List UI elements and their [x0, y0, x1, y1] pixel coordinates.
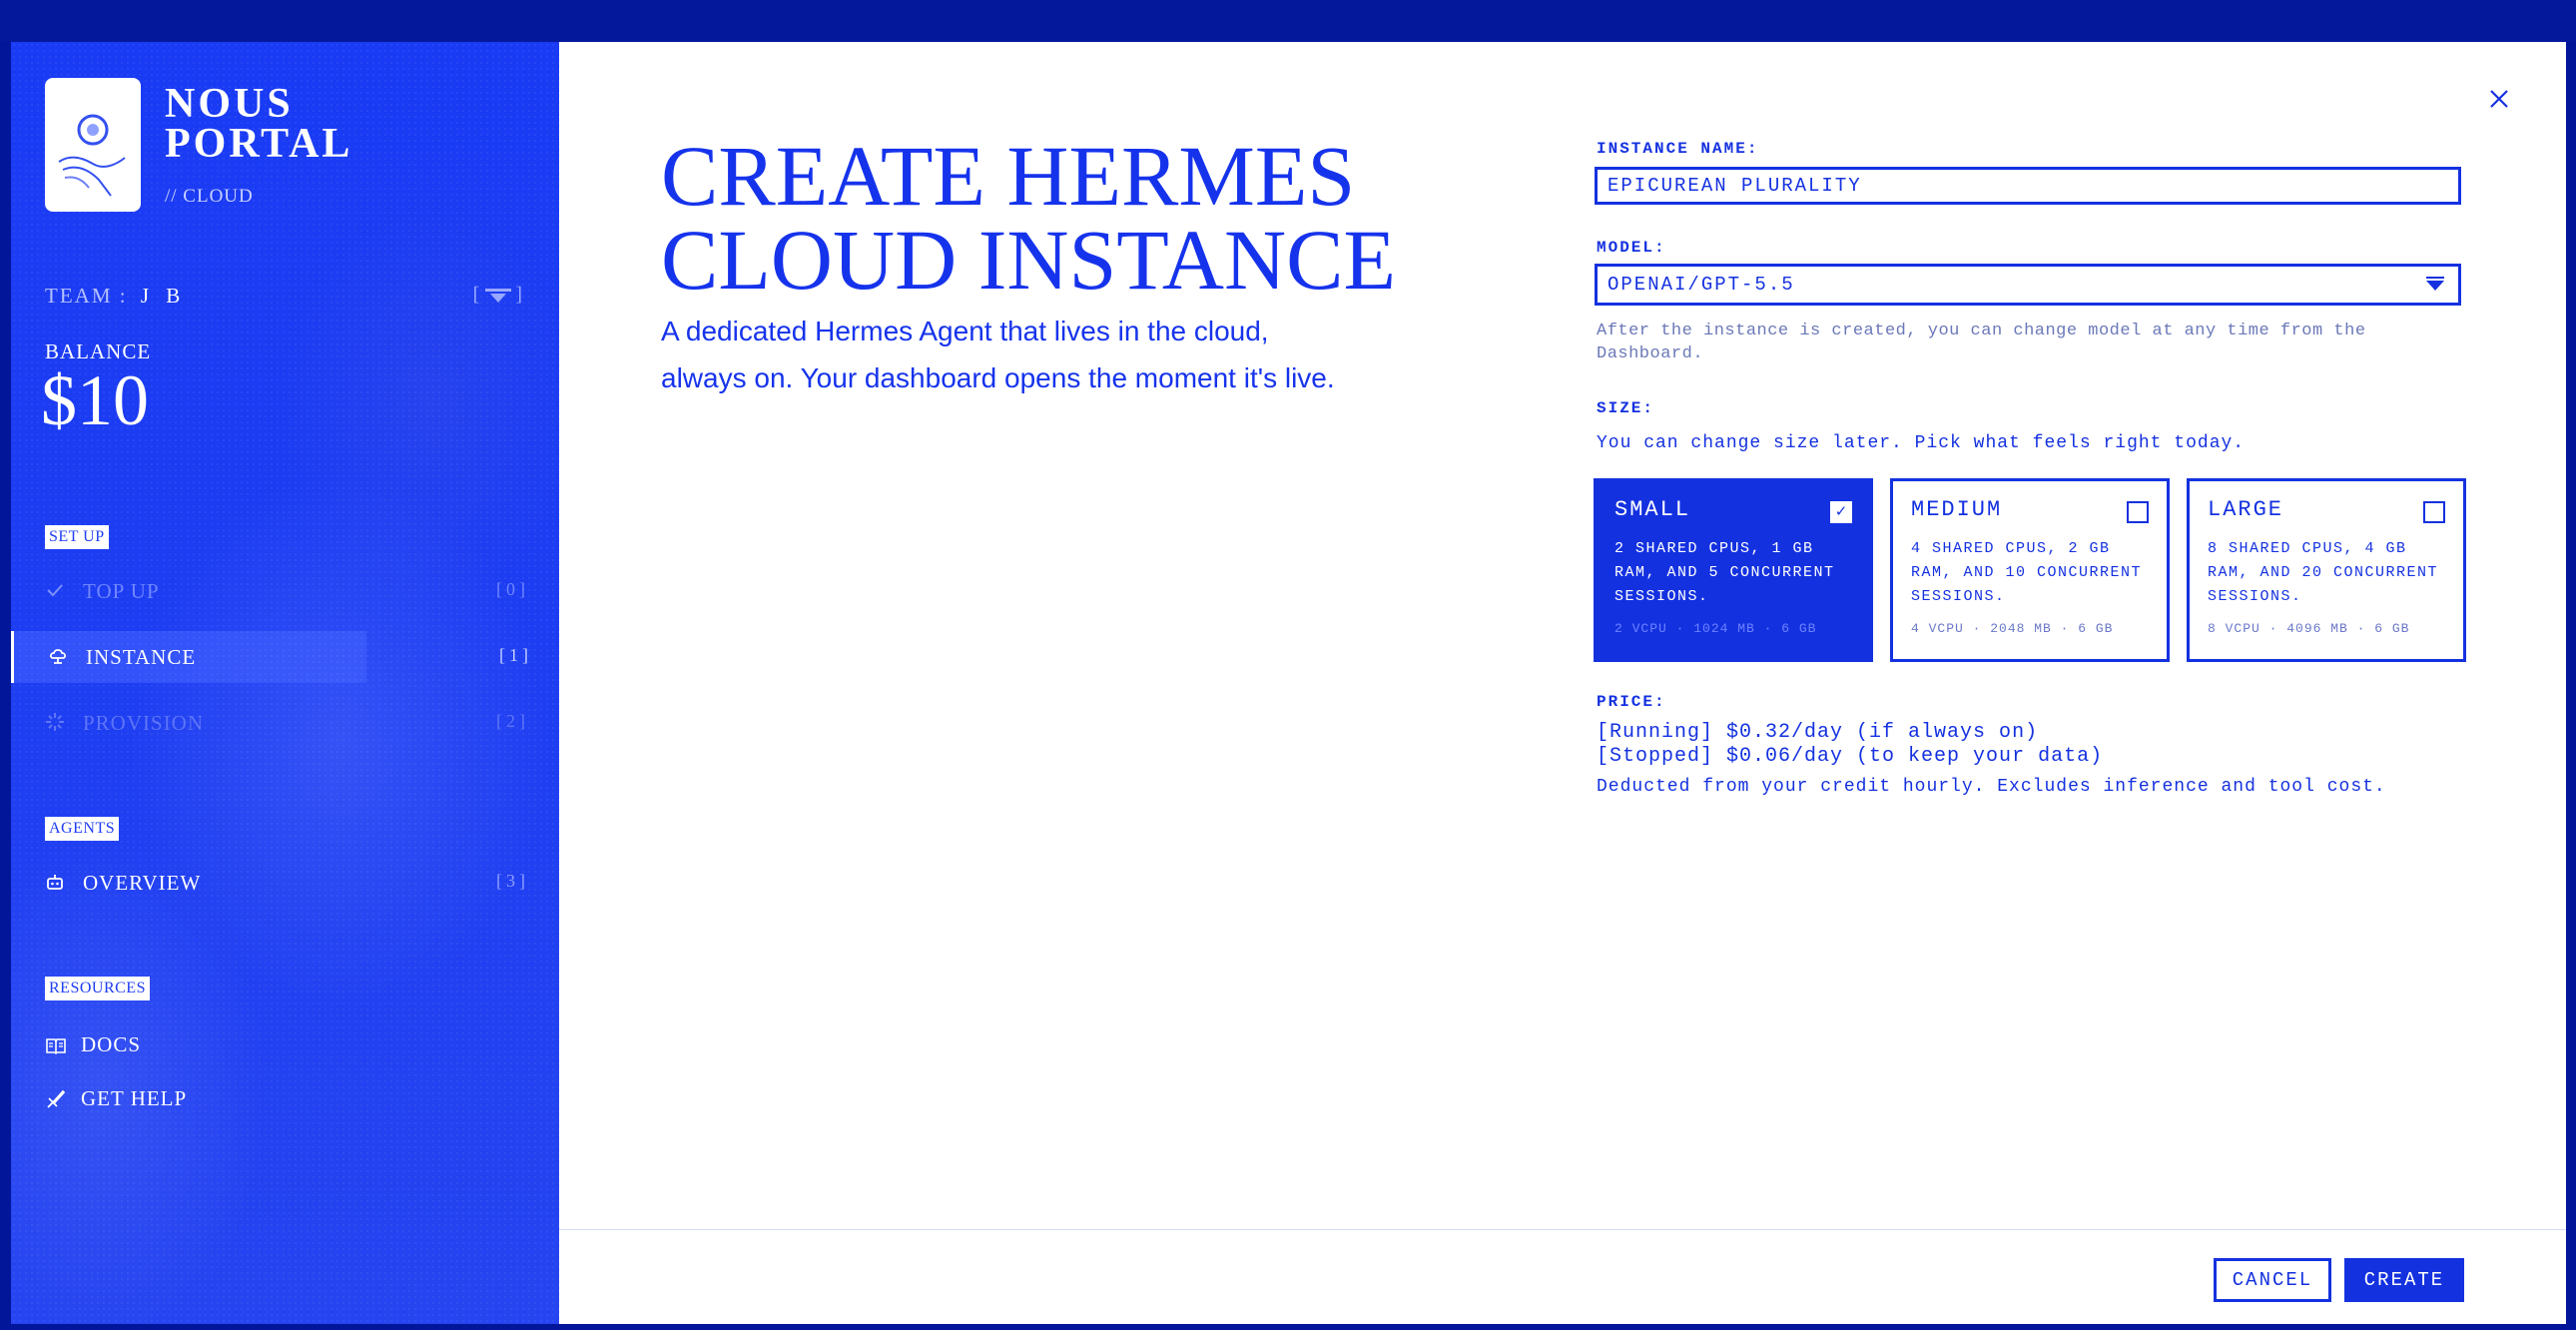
model-select[interactable]: OPENAI/GPT-5.5 — [1595, 264, 2461, 306]
size-description: 8 SHARED CPUS, 4 GB RAM, AND 20 CONCURRE… — [2208, 540, 2439, 605]
size-label: SIZE: — [1597, 399, 1655, 417]
nav-step-number: [0] — [496, 579, 529, 599]
model-help-text: After the instance is created, you can c… — [1597, 322, 2366, 363]
size-description: 4 SHARED CPUS, 2 GB RAM, AND 10 CONCURRE… — [1911, 540, 2143, 605]
size-hint: You can change size later. Pick what fee… — [1597, 433, 2246, 453]
size-specs: 2 VCPU · 1024 MB · 6 GB — [1614, 621, 1817, 636]
top-bar — [0, 0, 2576, 42]
spinner-icon — [46, 713, 64, 731]
filter-icon — [485, 288, 512, 303]
nav-overview-label: OVERVIEW — [83, 871, 202, 895]
section-setup: SET UP — [45, 525, 109, 549]
size-name: LARGE — [2208, 497, 2284, 522]
nav-step-instance[interactable]: INSTANCE [1] — [11, 631, 528, 683]
book-icon — [46, 1038, 66, 1055]
size-specs: 8 VCPU · 4096 MB · 6 GB — [2208, 621, 2410, 636]
page-title-line1: CREATE HERMES — [661, 128, 1356, 224]
nav-docs[interactable]: DOCS — [11, 1024, 559, 1064]
model-selected-value: OPENAI/GPT-5.5 — [1608, 274, 1795, 296]
nav-step-top-up[interactable]: TOP UP [0] — [11, 565, 559, 617]
section-agents: AGENTS — [45, 817, 120, 841]
close-button[interactable] — [2486, 88, 2512, 114]
size-option-medium[interactable]: MEDIUM 4 SHARED CPUS, 2 GB RAM, AND 10 C… — [1890, 478, 2170, 662]
check-icon — [47, 584, 63, 597]
close-icon — [2490, 90, 2508, 108]
nav-step-label: TOP UP — [83, 579, 160, 603]
page-description: A dedicated Hermes Agent that lives in t… — [661, 316, 1335, 393]
nav-overview[interactable]: OVERVIEW [3] — [11, 857, 559, 909]
size-description: 2 SHARED CPUS, 1 GB RAM, AND 5 CONCURREN… — [1614, 540, 1835, 605]
price-note: Deducted from your credit hourly. Exclud… — [1597, 777, 2386, 797]
page-title-line2: CLOUD INSTANCE — [661, 212, 1397, 308]
team-value: J B — [140, 284, 187, 308]
logo[interactable] — [45, 78, 141, 212]
nav-step-label: INSTANCE — [86, 645, 197, 669]
price-running: [Running] $0.32/day (if always on) — [1597, 721, 2039, 744]
balance-value: $10 — [41, 360, 149, 440]
price-label: PRICE: — [1597, 693, 1666, 711]
size-specs: 4 VCPU · 2048 MB · 6 GB — [1911, 621, 2114, 636]
create-button[interactable]: CREATE — [2344, 1258, 2464, 1302]
footer-divider — [559, 1229, 2566, 1230]
page-title: CREATE HERMES CLOUD INSTANCE — [661, 128, 1420, 308]
nav-step-label: PROVISION — [83, 711, 205, 735]
chevron-down-icon — [2426, 277, 2444, 291]
checkbox-icon[interactable] — [2127, 501, 2149, 523]
pen-nib-icon — [47, 1089, 66, 1108]
sidebar: NOUS PORTAL // CLOUD TEAM : J B [ ] BALA… — [11, 42, 559, 1324]
nav-get-help-label: GET HELP — [81, 1086, 188, 1110]
nav-step-number: [2] — [496, 711, 529, 731]
size-option-small[interactable]: SMALL ✓ 2 SHARED CPUS, 1 GB RAM, AND 5 C… — [1594, 478, 1873, 662]
nav-get-help[interactable]: GET HELP — [11, 1078, 559, 1118]
team-row: TEAM : J B [ ] — [45, 284, 524, 314]
price-stopped: [Stopped] $0.06/day (to keep your data) — [1597, 745, 2104, 768]
checkbox-checked-icon[interactable]: ✓ — [1830, 501, 1852, 523]
checkbox-icon[interactable] — [2423, 501, 2445, 523]
robot-icon — [47, 875, 63, 890]
nav-docs-label: DOCS — [81, 1032, 142, 1056]
size-option-large[interactable]: LARGE 8 SHARED CPUS, 4 GB RAM, AND 20 CO… — [2187, 478, 2466, 662]
section-resources: RESOURCES — [45, 977, 150, 1000]
size-name: MEDIUM — [1911, 497, 2003, 522]
size-name: SMALL — [1614, 497, 1691, 522]
hermes-hand-logo-icon — [58, 114, 126, 197]
brand-title: NOUS PORTAL — [165, 81, 353, 167]
nav-overview-number: [3] — [496, 871, 529, 891]
cloud-instance-icon — [49, 649, 67, 664]
nav-step-number: [1] — [499, 645, 532, 665]
create-instance-dialog: CREATE HERMES CLOUD INSTANCE A dedicated… — [559, 42, 2566, 1324]
model-label: MODEL: — [1597, 239, 1666, 257]
instance-name-input[interactable] — [1595, 167, 2461, 205]
instance-name-label: INSTANCE NAME: — [1597, 140, 1759, 158]
team-label: TEAM : — [45, 284, 128, 308]
nav-step-provision[interactable]: PROVISION [2] — [11, 697, 559, 749]
cancel-button[interactable]: CANCEL — [2214, 1258, 2331, 1302]
team-switcher-button[interactable]: [ ] — [473, 284, 524, 307]
brand-subtitle: // CLOUD — [165, 186, 254, 207]
